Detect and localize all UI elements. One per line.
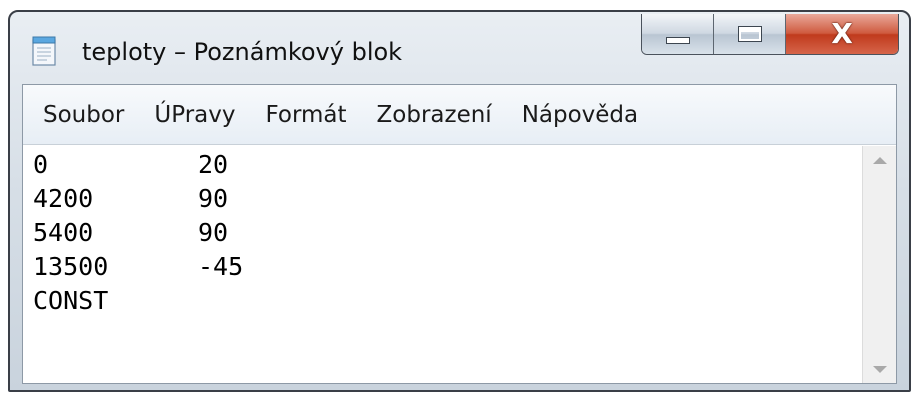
close-button[interactable]: X bbox=[786, 14, 898, 54]
line-col1: 13500 bbox=[33, 252, 109, 281]
menu-soubor[interactable]: Soubor bbox=[43, 102, 124, 128]
menu-napoveda[interactable]: Nápověda bbox=[522, 102, 638, 128]
notepad-icon bbox=[32, 36, 56, 66]
close-icon: X bbox=[831, 17, 853, 50]
text-line: CONST bbox=[33, 284, 863, 318]
text-line: 5400 90 bbox=[33, 216, 863, 250]
line-col1: 0 bbox=[33, 150, 49, 179]
text-editor[interactable]: 0 20 4200 90 5400 90 13500 -45 CONST bbox=[23, 146, 863, 383]
line-col1: 4200 bbox=[33, 184, 94, 213]
line-col2: 90 bbox=[198, 184, 229, 213]
minimize-button[interactable] bbox=[642, 14, 714, 54]
line-col2: -45 bbox=[198, 252, 244, 281]
maximize-icon bbox=[737, 26, 762, 42]
text-line: 4200 90 bbox=[33, 182, 863, 216]
line-col1: 5400 bbox=[33, 218, 94, 247]
scroll-up-arrow-icon bbox=[872, 156, 887, 164]
menu-zobrazeni[interactable]: Zobrazení bbox=[377, 102, 492, 128]
client-area: Soubor ÚPravy Formát Zobrazení Nápověda … bbox=[22, 84, 897, 384]
menu-format[interactable]: Formát bbox=[265, 102, 346, 128]
scroll-down-arrow-icon bbox=[872, 365, 887, 373]
vertical-scrollbar[interactable] bbox=[862, 146, 896, 383]
line-col2: 20 bbox=[198, 150, 229, 179]
title-bar[interactable]: teploty – Poznámkový blok X bbox=[10, 12, 909, 84]
minimize-icon bbox=[665, 36, 690, 44]
text-line: 0 20 bbox=[33, 148, 863, 182]
maximize-button[interactable] bbox=[714, 14, 786, 54]
window-title: teploty – Poznámkový blok bbox=[82, 38, 403, 66]
text-line: 13500 -45 bbox=[33, 250, 863, 284]
caption-buttons: X bbox=[641, 14, 899, 55]
menu-upravy[interactable]: ÚPravy bbox=[154, 102, 235, 128]
line-col2: 90 bbox=[198, 218, 229, 247]
line-col1: CONST bbox=[33, 286, 109, 315]
scroll-down-button[interactable] bbox=[863, 355, 896, 383]
scroll-up-button[interactable] bbox=[863, 146, 896, 174]
notepad-window: teploty – Poznámkový blok X Soubor ÚPrav… bbox=[8, 10, 911, 392]
menu-bar: Soubor ÚPravy Formát Zobrazení Nápověda bbox=[23, 85, 896, 145]
